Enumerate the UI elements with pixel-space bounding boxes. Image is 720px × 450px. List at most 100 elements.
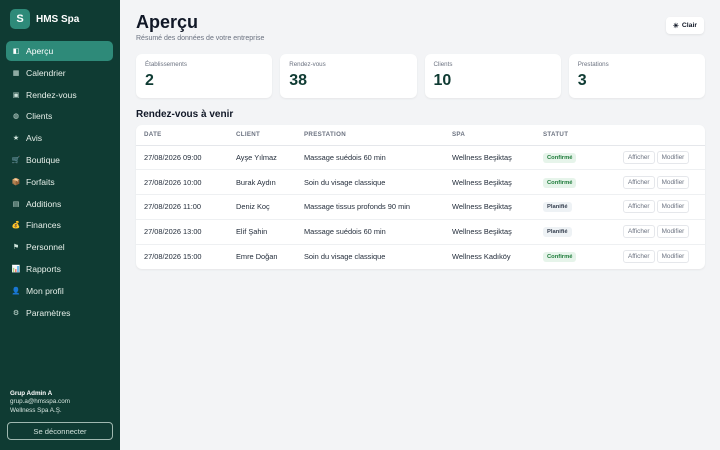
column-header: CLIENT	[228, 125, 296, 146]
cell-service: Massage suédois 60 min	[296, 219, 444, 245]
cell-client: Elif Şahin	[228, 219, 296, 245]
sidebar-item-rendez-vous[interactable]: ▣ Rendez-vous	[6, 85, 113, 105]
status-badge: Planifié	[543, 227, 572, 238]
stat-card: Prestations 3	[568, 54, 705, 98]
cell-date: 27/08/2026 10:00	[136, 169, 228, 196]
cell-spa: Wellness Kadıköy	[452, 252, 511, 262]
sidebar-item-rapports[interactable]: 📊 Rapports	[6, 259, 113, 279]
sidebar-nav: ◧ Aperçu ▦ Calendrier ▣ Rendez-vous ◍ Clients ★ A…	[6, 41, 113, 324]
sidebar-item-boutique[interactable]: 🛒 Boutique	[6, 150, 113, 170]
cell-actions: Afficher Modifier	[615, 219, 705, 245]
sidebar-item-additions[interactable]: ▤ Additions	[6, 194, 113, 214]
cell-status: Confirmé	[535, 169, 615, 196]
gear-icon: ⚙	[12, 309, 20, 317]
table-body: 27/08/2026 09:00 Ayşe Yılmaz Massage suédo…	[136, 145, 705, 269]
stats-row: Établissements 2 Rendez-vous 38 Clients 10 Pre…	[136, 54, 705, 98]
table-row[interactable]: 27/08/2026 13:00 Elif Şahin Massage suédoi…	[136, 219, 705, 245]
cell-date: 27/08/2026 09:00	[136, 145, 228, 171]
user-info: Grup Admin A grup.a@hmsspa.com Wellness …	[10, 390, 70, 415]
stat-value: 38	[289, 72, 308, 89]
table-row[interactable]: 27/08/2026 15:00 Emre Doğan Soin du visage…	[136, 244, 705, 269]
cell-actions: Afficher Modifier	[615, 244, 705, 269]
cell-date: 27/08/2026 13:00	[136, 219, 228, 245]
user-email: grup.a@hmsspa.com	[10, 398, 70, 406]
table-row[interactable]: 27/08/2026 11:00 Deniz Koç Massage tissus …	[136, 194, 705, 220]
cell-client: Emre Doğan	[236, 252, 278, 262]
edit-button[interactable]: Modifier	[656, 175, 690, 189]
view-button[interactable]: Afficher	[623, 150, 655, 164]
sidebar: S HMS Spa ◧ Aperçu ▦ Calendrier ▣ Rendez-vous…	[0, 0, 120, 450]
cell-actions: Afficher Modifier	[615, 169, 705, 196]
sidebar-item-param-tres[interactable]: ⚙ Paramètres	[6, 303, 113, 323]
status-badge: Confirmé	[543, 252, 577, 263]
sidebar-item-forfaits[interactable]: 📦 Forfaits	[6, 172, 113, 192]
stat-card: Rendez-vous 38	[280, 54, 417, 98]
sidebar-item-aper-u[interactable]: ◧ Aperçu	[6, 41, 113, 61]
column-header: PRESTATION	[296, 125, 444, 146]
sidebar-item-mon-profil[interactable]: 👤 Mon profil	[6, 281, 113, 301]
cell-date: 27/08/2026 11:00	[136, 194, 228, 220]
cell-status: Confirmé	[535, 244, 615, 269]
brand-name: HMS Spa	[36, 13, 80, 25]
column-header: STATUT	[535, 125, 615, 146]
sidebar-item-label: Rapports	[26, 263, 61, 274]
table-row[interactable]: 27/08/2026 10:00 Burak Aydın Soin du visag…	[136, 169, 705, 196]
cell-client: Deniz Koç	[228, 194, 296, 220]
sidebar-item-clients[interactable]: ◍ Clients	[6, 106, 113, 126]
cell-service: Soin du visage classique	[296, 169, 444, 196]
stat-value: 2	[145, 72, 154, 89]
edit-button[interactable]: Modifier	[656, 200, 690, 214]
edit-button[interactable]: Modifier	[656, 150, 690, 164]
view-button[interactable]: Afficher	[623, 200, 655, 214]
status-badge: Confirmé	[543, 152, 577, 163]
view-button[interactable]: Afficher	[623, 250, 655, 264]
cell-status: Planifié	[535, 194, 615, 220]
stat-label: Clients	[433, 61, 453, 68]
cell-service: Massage suédois 60 min	[296, 145, 444, 171]
cell-status: Confirmé	[535, 145, 615, 171]
theme-toggle-label: Clair	[681, 22, 697, 29]
user-name: Grup Admin A	[10, 390, 53, 397]
table-header-row: DATE CLIENT PRESTATION SPA STATUT	[136, 125, 705, 146]
column-header: DATE	[136, 125, 228, 146]
view-button[interactable]: Afficher	[623, 225, 655, 239]
sidebar-item-label: Calendrier	[26, 67, 66, 78]
cell-spa: Wellness Beşiktaş	[444, 145, 535, 171]
sidebar-item-calendrier[interactable]: ▦ Calendrier	[6, 63, 113, 83]
cell-service: Massage tissus profonds 90 min	[296, 194, 444, 220]
brand: S HMS Spa	[10, 9, 79, 29]
sidebar-item-label: Aperçu	[26, 46, 54, 56]
view-button[interactable]: Afficher	[623, 175, 655, 189]
sidebar-item-finances[interactable]: 💰 Finances	[6, 215, 113, 235]
appointment-icon: ▣	[12, 91, 20, 99]
logout-button[interactable]: Se déconnecter	[7, 422, 113, 440]
main-content: Aperçu Résumé des données de votre entre…	[120, 0, 720, 450]
cell-client: Ayşe Yılmaz	[228, 145, 296, 171]
column-header	[615, 125, 705, 146]
sidebar-item-label: Rendez-vous	[26, 89, 77, 100]
cell-actions: Afficher Modifier	[615, 145, 705, 171]
page-title: Aperçu	[136, 12, 199, 32]
sun-icon: ☀	[672, 22, 679, 30]
money-bag-icon: 💰	[11, 222, 21, 230]
sidebar-item-label: Additions	[26, 198, 62, 209]
chart-icon: 📊	[11, 265, 21, 273]
stat-label: Rendez-vous	[289, 61, 326, 68]
edit-button[interactable]: Modifier	[656, 250, 690, 264]
sidebar-item-personnel[interactable]: ⚑ Personnel	[6, 237, 113, 257]
sidebar-item-label: Finances	[26, 220, 61, 231]
status-badge: Planifié	[543, 202, 572, 213]
profile-icon: 👤	[11, 287, 21, 295]
theme-toggle-button[interactable]: ☀ Clair	[665, 17, 704, 34]
edit-button[interactable]: Modifier	[656, 225, 690, 239]
brand-logo: S	[10, 9, 30, 29]
column-header: SPA	[444, 125, 535, 146]
status-badge: Confirmé	[543, 177, 577, 188]
cell-status: Planifié	[535, 219, 615, 245]
overview-icon: ◧	[12, 48, 20, 55]
cart-icon: 🛒	[11, 156, 21, 164]
clients-icon: ◍	[12, 113, 20, 121]
table-row[interactable]: 27/08/2026 09:00 Ayşe Yılmaz Massage suédo…	[136, 145, 705, 171]
sidebar-item-avis[interactable]: ★ Avis	[6, 128, 113, 148]
cell-spa: Wellness Beşiktaş	[444, 219, 535, 245]
